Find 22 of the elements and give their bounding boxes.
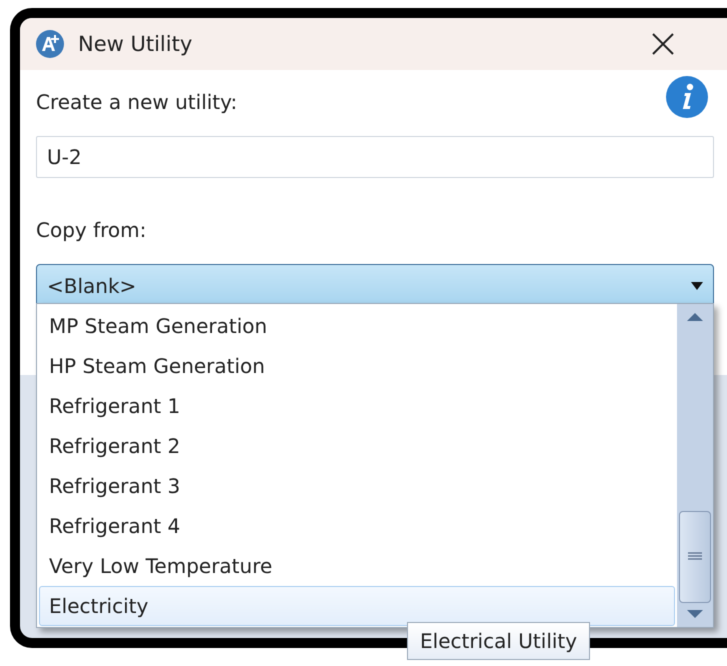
dropdown-option[interactable]: Refrigerant 4 — [39, 506, 675, 546]
scroll-down-icon[interactable] — [685, 609, 705, 619]
dropdown-option[interactable]: Refrigerant 3 — [39, 466, 675, 506]
window-title: New Utility — [78, 32, 194, 56]
dropdown-option[interactable]: HP Steam Generation — [39, 346, 675, 386]
caret-icon — [691, 282, 703, 290]
name-input[interactable]: U-2 — [36, 136, 714, 178]
scrollbar[interactable] — [677, 304, 713, 627]
app-logo-icon — [36, 30, 64, 58]
dropdown-option[interactable]: Electricity — [39, 586, 675, 626]
info-icon[interactable] — [666, 76, 708, 118]
dropdown-option[interactable]: Very Low Temperature — [39, 546, 675, 586]
scroll-up-icon[interactable] — [685, 312, 705, 322]
tooltip: Electrical Utility — [407, 622, 590, 660]
grip-icon — [688, 552, 702, 562]
dropdown-option[interactable]: Refrigerant 1 — [39, 386, 675, 426]
close-icon — [651, 32, 675, 56]
dropdown-option[interactable]: MP Steam Generation — [39, 306, 675, 346]
dropdown-option[interactable]: Refrigerant 2 — [39, 426, 675, 466]
copy-from-label: Copy from: — [36, 218, 146, 242]
name-label: Create a new utility: — [36, 90, 238, 114]
scroll-thumb[interactable] — [679, 511, 711, 603]
